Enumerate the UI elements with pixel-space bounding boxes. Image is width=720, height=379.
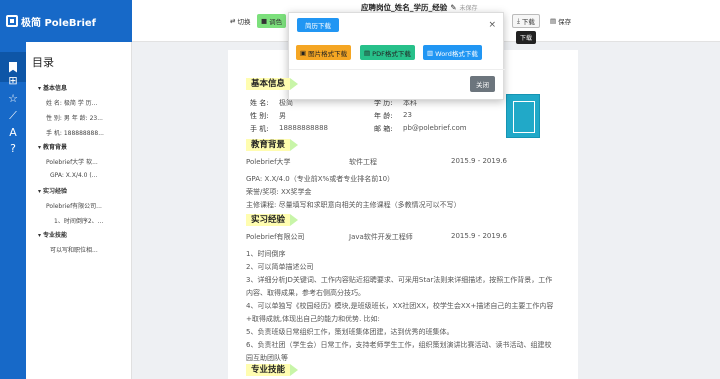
modal-divider bbox=[289, 69, 505, 70]
job-role[interactable]: Java软件开发工程师 bbox=[349, 232, 413, 242]
section-skills[interactable]: 专业技能 bbox=[246, 364, 299, 376]
toc-item[interactable]: Polebrief大学 软... bbox=[46, 157, 98, 166]
download-pdf-label: PDF格式下载 bbox=[372, 49, 411, 58]
download-label: 下载 bbox=[521, 18, 535, 26]
phone-value[interactable]: 18888888888 bbox=[279, 124, 328, 132]
edu-period[interactable]: 2015.9 - 2019.6 bbox=[451, 157, 507, 165]
word-icon: ▥ bbox=[427, 48, 434, 57]
add-section-icon[interactable]: ⊞ bbox=[7, 75, 19, 87]
edit-icon[interactable]: ✎ bbox=[450, 3, 456, 12]
major[interactable]: 软件工程 bbox=[349, 157, 377, 167]
star-icon[interactable]: ☆ bbox=[7, 93, 19, 105]
toc-title: 目录 bbox=[32, 56, 54, 69]
ribbon-decoration bbox=[290, 214, 299, 226]
download-button[interactable]: ⤓ 下载 bbox=[512, 14, 540, 28]
section-internship[interactable]: 实习经验 bbox=[246, 214, 299, 226]
download-modal: 简历下载 × ▣ 图片格式下载 ▤ PDF格式下载 ▥ Word格式下载 关闭 bbox=[288, 12, 505, 100]
image-icon: ▣ bbox=[300, 48, 307, 57]
section-title: 教育背景 bbox=[246, 139, 291, 151]
edu-line[interactable]: 荣誉/奖项: XX奖学金 bbox=[246, 187, 312, 197]
logo-icon bbox=[6, 15, 18, 27]
logo[interactable]: 极简 PoleBrief bbox=[0, 0, 132, 42]
intern-line[interactable]: 内容、取得成果，参考右侧高分技巧。 bbox=[246, 288, 365, 298]
ribbon-decoration bbox=[290, 364, 299, 376]
download-image-label: 图片格式下载 bbox=[308, 49, 348, 58]
modal-title: 简历下载 bbox=[297, 18, 339, 32]
toc-item-internship[interactable]: 实习经验 bbox=[38, 186, 67, 195]
phone-label: 手 机: bbox=[250, 125, 269, 133]
download-word-label: Word格式下载 bbox=[435, 49, 478, 58]
section-education[interactable]: 教育背景 bbox=[246, 139, 299, 151]
switch-label: 切换 bbox=[237, 18, 251, 26]
toc-item-education[interactable]: 教育背景 bbox=[38, 142, 67, 151]
color-button[interactable]: ■ 调色 bbox=[257, 14, 287, 28]
translate-icon[interactable]: A bbox=[7, 127, 19, 139]
bookmark-icon bbox=[9, 61, 17, 73]
photo-frame bbox=[513, 101, 535, 133]
help-icon[interactable]: ? bbox=[7, 143, 19, 155]
email-value[interactable]: pb@polebrief.com bbox=[403, 124, 467, 132]
company-name[interactable]: Polebrief有限公司 bbox=[246, 232, 305, 242]
download-pdf-button[interactable]: ▤ PDF格式下载 bbox=[360, 45, 415, 60]
switch-button[interactable]: ⇄ 切换 bbox=[226, 14, 254, 28]
close-icon[interactable]: × bbox=[488, 20, 496, 30]
intern-line[interactable]: 5、负责班级日常组织工作，策划班集体团建，达到优秀的班集体。 bbox=[246, 327, 453, 337]
age-label: 年 龄: bbox=[374, 112, 393, 120]
download-tooltip: 下载 bbox=[516, 31, 537, 44]
toc-item[interactable]: 手 机: 188888888... bbox=[46, 128, 104, 137]
toc-item[interactable]: GPA: X.X/4.0 (... bbox=[50, 172, 97, 179]
save-button[interactable]: ▤ 保存 bbox=[546, 14, 575, 28]
toc-item[interactable]: 姓 名: 极简 学 历... bbox=[46, 98, 97, 107]
school-name[interactable]: Polebrief大学 bbox=[246, 157, 291, 167]
intern-line[interactable]: 3、详细分析JD关键词、工作内容贴近招聘要求、可采用Star法则来详细描述，按照… bbox=[246, 275, 552, 285]
icon-sidebar: ⊞ ☆ ⟋ A ? bbox=[0, 42, 26, 379]
toc-item[interactable]: 性 别: 男 年 龄: 23... bbox=[46, 113, 103, 122]
edu-line[interactable]: 主修课程: 尽量填写和求职意向相关的主修课程（多教情况可以不写） bbox=[246, 200, 461, 210]
intern-line[interactable]: 6、负责社团（学生会）日常工作，支持老师学生工作，组织策划演讲比赛活动、读书活动… bbox=[246, 340, 551, 350]
modal-close-button[interactable]: 关闭 bbox=[470, 76, 495, 92]
section-title: 专业技能 bbox=[246, 364, 291, 376]
edu-line[interactable]: GPA: X.X/4.0（专业前X%或者专业排名前10） bbox=[246, 174, 394, 184]
toc-item[interactable]: 可以写和职位相... bbox=[50, 245, 98, 254]
section-title: 实习经验 bbox=[246, 214, 291, 226]
save-status: 未保存 bbox=[459, 5, 478, 12]
email-label: 邮 箱: bbox=[374, 125, 393, 133]
intern-line[interactable]: 4、可以单独写《校园经历》模块,是班级班长，XX社团XX，校学生会XX+描述自己… bbox=[246, 301, 553, 311]
toc-item[interactable]: 1、时间倒序2、... bbox=[54, 216, 103, 225]
gender-label: 性 别: bbox=[250, 112, 269, 120]
save-icon: ▤ bbox=[550, 17, 557, 25]
swap-icon: ⇄ bbox=[230, 17, 236, 25]
section-basic-info[interactable]: 基本信息 bbox=[246, 78, 299, 90]
toc-item-skills[interactable]: 专业技能 bbox=[38, 230, 67, 239]
section-title: 基本信息 bbox=[246, 78, 291, 90]
intern-line[interactable]: 2、可以简单描述公司 bbox=[246, 262, 313, 272]
save-label: 保存 bbox=[558, 18, 572, 26]
download-word-button[interactable]: ▥ Word格式下载 bbox=[423, 45, 482, 60]
gender-value[interactable]: 男 bbox=[279, 111, 286, 121]
age-value[interactable]: 23 bbox=[403, 111, 412, 119]
pdf-icon: ▤ bbox=[364, 48, 371, 57]
table-of-contents: 目录 基本信息 姓 名: 极简 学 历... 性 别: 男 年 龄: 23...… bbox=[26, 42, 132, 379]
app-name: 极简 PoleBrief bbox=[21, 17, 97, 29]
intern-line[interactable]: +取得成就,体现出自己的能力和优势. 比如: bbox=[246, 314, 380, 324]
intern-line[interactable]: 园互助团队等 bbox=[246, 353, 288, 363]
toc-item-basic[interactable]: 基本信息 bbox=[38, 83, 67, 92]
intern-period[interactable]: 2015.9 - 2019.6 bbox=[451, 232, 507, 240]
chart-icon[interactable]: ⟋ bbox=[7, 110, 19, 122]
download-icon: ⤓ bbox=[517, 16, 520, 25]
color-label: 调色 bbox=[269, 18, 283, 26]
profile-photo[interactable] bbox=[506, 94, 540, 138]
ribbon-decoration bbox=[290, 139, 299, 151]
download-image-button[interactable]: ▣ 图片格式下载 bbox=[296, 45, 352, 60]
ribbon-decoration bbox=[290, 78, 299, 90]
palette-icon: ■ bbox=[261, 17, 268, 25]
name-label: 姓 名: bbox=[250, 99, 269, 107]
intern-line[interactable]: 1、时间倒序 bbox=[246, 249, 285, 259]
toc-item[interactable]: Polebrief有限公司... bbox=[46, 201, 102, 210]
